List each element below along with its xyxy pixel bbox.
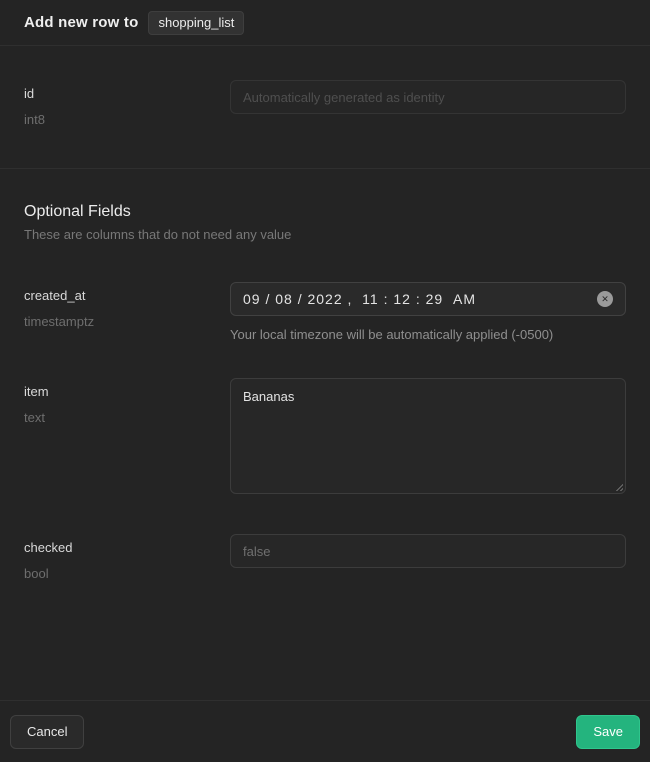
field-type-checked: bool [24, 566, 230, 581]
field-row-item: item text Bananas [24, 378, 626, 494]
created-at-datetime-input[interactable]: 09 / 08 / 2022 , 11 : 12 : 29 AM ✕ [230, 282, 626, 316]
field-created-at-input-col: 09 / 08 / 2022 , 11 : 12 : 29 AM ✕ Your … [230, 282, 626, 342]
field-checked-input-col [230, 534, 626, 581]
field-item-labels: item text [24, 378, 230, 494]
table-name-badge: shopping_list [148, 11, 244, 35]
panel-header: Add new row to shopping_list [0, 0, 650, 46]
item-textarea-wrap: Bananas [230, 378, 626, 494]
field-row-created-at: created_at timestamptz 09 / 08 / 2022 , … [24, 282, 626, 342]
optional-fields-subtitle: These are columns that do not need any v… [24, 227, 626, 242]
field-id-labels: id int8 [24, 80, 230, 127]
field-item-input-col: Bananas [230, 378, 626, 494]
cancel-button[interactable]: Cancel [10, 715, 84, 749]
optional-fields-title: Optional Fields [24, 203, 626, 221]
field-label-created-at: created_at [24, 288, 230, 303]
created-at-value[interactable]: 09 / 08 / 2022 , 11 : 12 : 29 AM [243, 291, 476, 307]
field-row-checked: checked bool [24, 534, 626, 581]
field-type-created-at: timestamptz [24, 314, 230, 329]
field-label-item: item [24, 384, 230, 399]
optional-fields-section: Optional Fields These are columns that d… [0, 169, 650, 700]
clear-datetime-icon[interactable]: ✕ [597, 291, 613, 307]
field-label-id: id [24, 86, 230, 101]
field-row-id: id int8 [24, 80, 626, 127]
id-input [230, 80, 626, 114]
field-type-item: text [24, 410, 230, 425]
required-fields-section: id int8 [0, 46, 650, 169]
checked-input[interactable] [230, 534, 626, 568]
panel-footer: Cancel Save [0, 700, 650, 762]
field-type-id: int8 [24, 112, 230, 127]
add-row-panel: Add new row to shopping_list id int8 Opt… [0, 0, 650, 762]
field-id-input-col [230, 80, 626, 127]
timezone-helper-text: Your local timezone will be automaticall… [230, 327, 626, 342]
item-textarea[interactable]: Bananas [230, 378, 626, 494]
field-checked-labels: checked bool [24, 534, 230, 581]
field-created-at-labels: created_at timestamptz [24, 282, 230, 342]
save-button[interactable]: Save [576, 715, 640, 749]
page-title: Add new row to [24, 14, 138, 31]
field-label-checked: checked [24, 540, 230, 555]
